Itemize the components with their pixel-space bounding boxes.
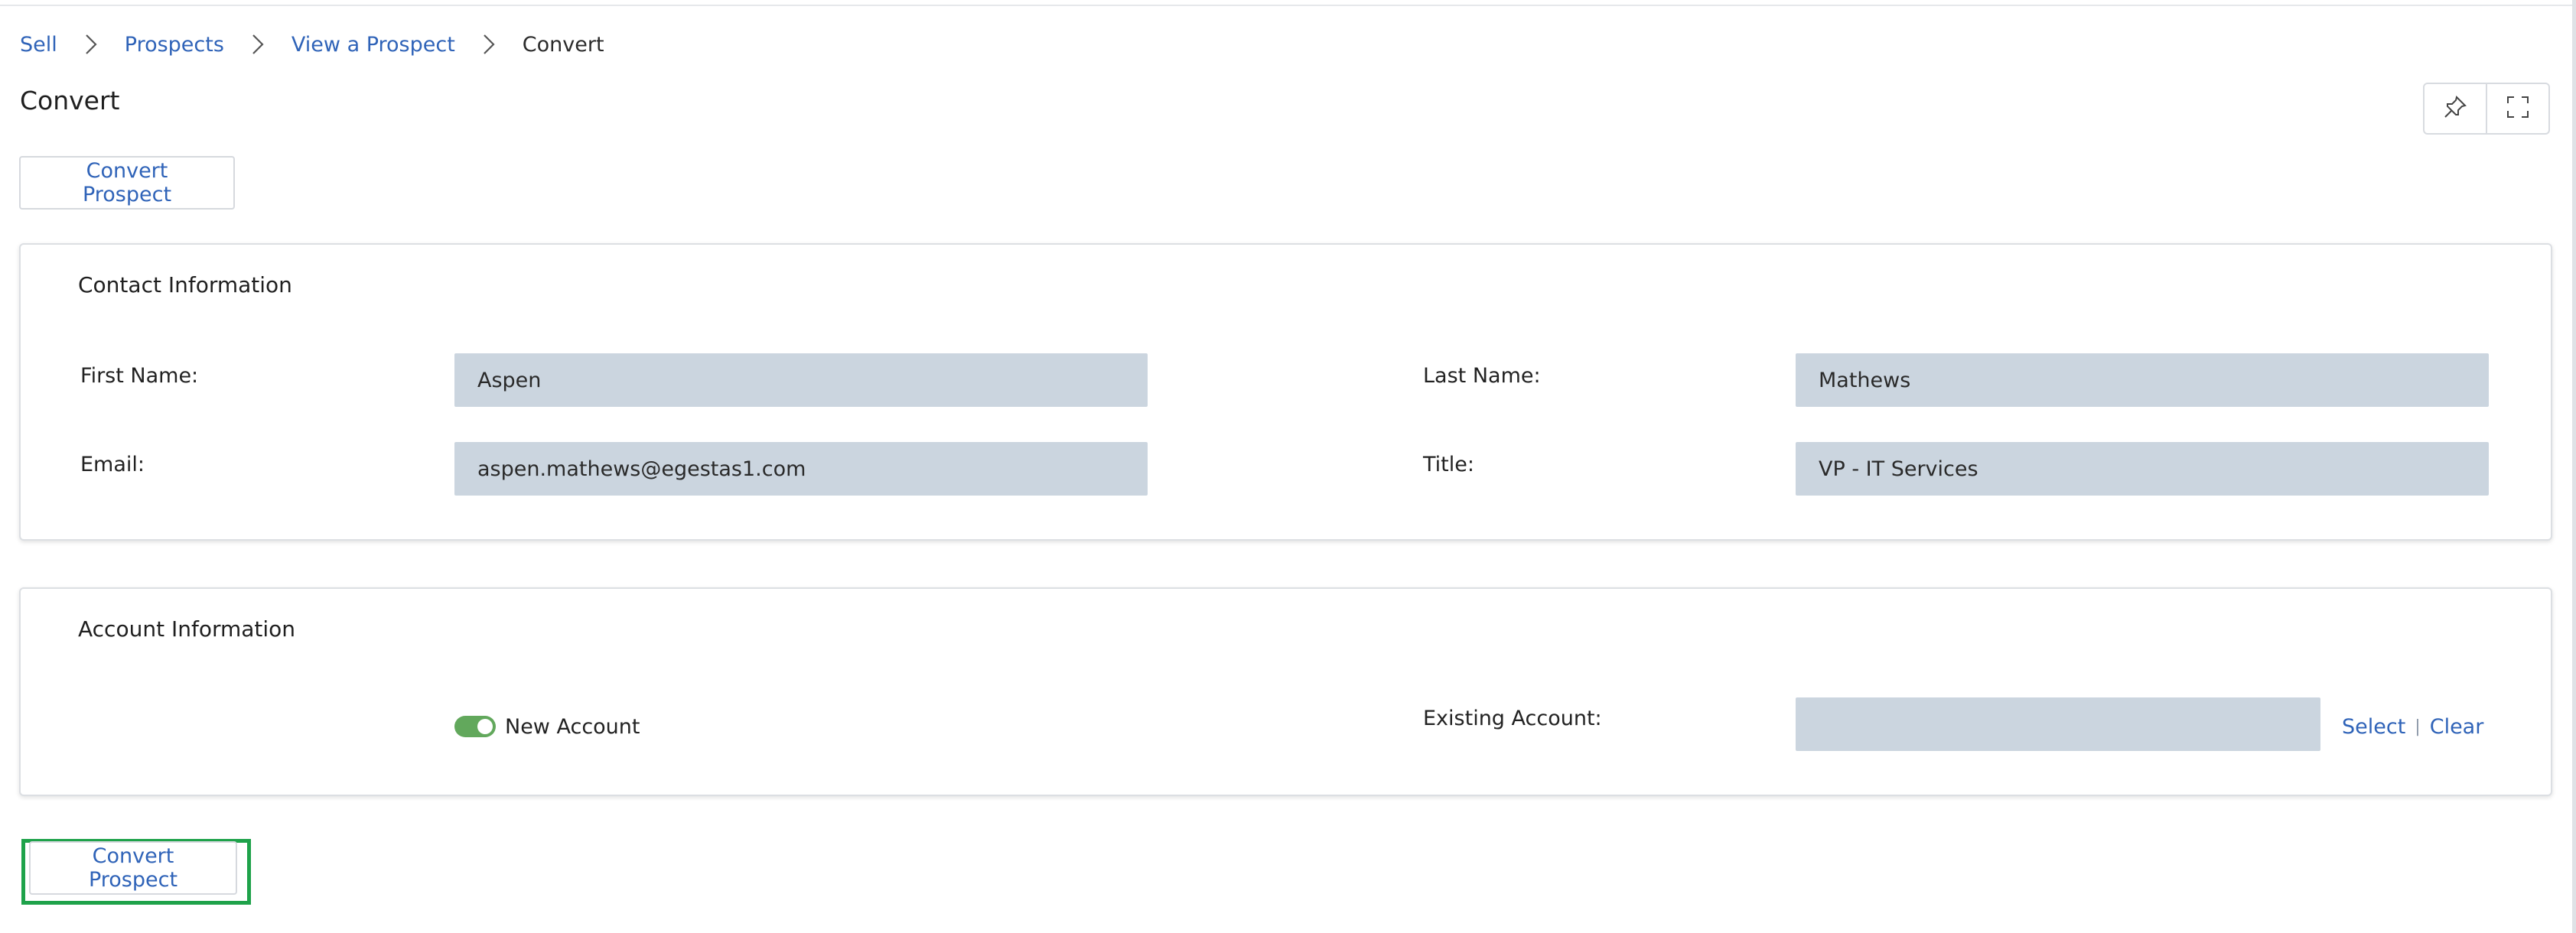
- breadcrumb-sell[interactable]: Sell: [20, 33, 57, 57]
- first-name-field[interactable]: Aspen: [454, 353, 1148, 407]
- email-field[interactable]: aspen.mathews@egestas1.com: [454, 442, 1148, 496]
- contact-information-title: Contact Information: [78, 272, 292, 297]
- view-tools: [2423, 83, 2550, 135]
- select-account-link[interactable]: Select: [2342, 715, 2405, 739]
- account-information-title: Account Information: [78, 616, 296, 642]
- new-account-toggle-row: New Account: [454, 711, 640, 742]
- chevron-right-icon: [474, 29, 504, 60]
- fullscreen-button[interactable]: [2486, 84, 2548, 133]
- last-name-label: Last Name:: [1423, 364, 1541, 388]
- first-name-label: First Name:: [80, 364, 199, 388]
- contact-information-panel: Contact Information First Name: Aspen La…: [19, 243, 2552, 541]
- email-label: Email:: [80, 453, 145, 476]
- existing-account-field[interactable]: [1796, 697, 2320, 751]
- account-information-panel: Account Information New Account Existing…: [19, 587, 2552, 796]
- breadcrumb-view-prospect[interactable]: View a Prospect: [291, 33, 455, 57]
- expand-icon: [2505, 94, 2531, 123]
- last-name-field[interactable]: Mathews: [1796, 353, 2489, 407]
- title-label: Title:: [1423, 453, 1474, 476]
- pin-button[interactable]: [2425, 84, 2486, 133]
- title-field[interactable]: VP - IT Services: [1796, 442, 2489, 496]
- page-title: Convert: [20, 86, 120, 115]
- toggle-knob: [477, 719, 493, 734]
- convert-prospect-button-bottom[interactable]: Convert Prospect: [29, 841, 237, 895]
- new-account-label: New Account: [505, 714, 640, 739]
- convert-page: Sell Prospects View a Prospect Convert C…: [0, 0, 2576, 933]
- breadcrumb-current: Convert: [522, 32, 604, 57]
- breadcrumb-prospects[interactable]: Prospects: [125, 33, 224, 57]
- link-separator: |: [2415, 717, 2421, 736]
- breadcrumb: Sell Prospects View a Prospect Convert: [20, 29, 604, 60]
- existing-account-label: Existing Account:: [1423, 707, 1602, 730]
- top-divider: [0, 0, 2576, 6]
- existing-account-actions: Select | Clear: [2342, 711, 2483, 742]
- scrollbar-track[interactable]: [2572, 0, 2576, 933]
- clear-account-link[interactable]: Clear: [2430, 715, 2484, 739]
- chevron-right-icon: [243, 29, 273, 60]
- chevron-right-icon: [76, 29, 106, 60]
- new-account-toggle[interactable]: [454, 716, 496, 737]
- convert-prospect-button-top[interactable]: Convert Prospect: [19, 156, 235, 210]
- pin-icon: [2442, 94, 2468, 123]
